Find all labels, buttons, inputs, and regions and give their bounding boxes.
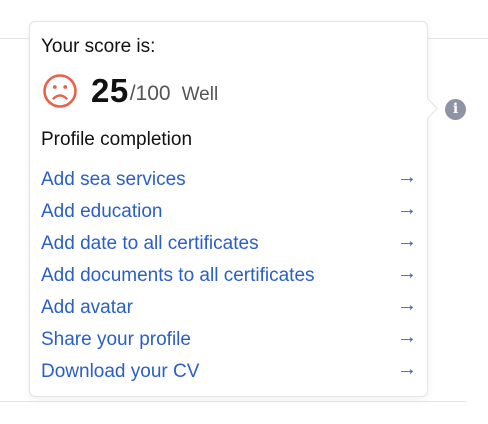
score-heading: Your score is: (41, 36, 156, 57)
info-icon[interactable]: i (445, 99, 466, 120)
score-max: /100 (129, 82, 171, 105)
score-popover: Your score is: 25 /100 Well Profile comp… (29, 21, 439, 397)
content-divider (0, 401, 466, 402)
task-label: Download your CV (41, 361, 200, 382)
arrow-right-icon: → (397, 229, 417, 252)
task-add-documents-to-certificates[interactable]: Add documents to all certificates → (41, 260, 417, 292)
arrow-right-icon: → (397, 261, 417, 284)
score-level: Well (181, 84, 219, 105)
score-row: 25 /100 Well (42, 71, 218, 111)
popover-arrow (416, 97, 439, 120)
profile-completion-title: Profile completion (41, 129, 193, 150)
task-label: Add documents to all certificates (41, 265, 315, 286)
task-share-profile[interactable]: Share your profile → (41, 324, 417, 356)
completion-task-list: Add sea services → Add education → Add d… (41, 164, 417, 388)
score-value: 25 (91, 72, 129, 109)
task-label: Add avatar (41, 297, 133, 318)
task-label: Add education (41, 201, 163, 222)
task-download-cv[interactable]: Download your CV → (41, 356, 417, 388)
arrow-right-icon: → (397, 357, 417, 380)
task-add-avatar[interactable]: Add avatar → (41, 292, 417, 324)
task-label: Add date to all certificates (41, 233, 259, 254)
arrow-right-icon: → (397, 325, 417, 348)
arrow-right-icon: → (397, 197, 417, 220)
sad-face-icon (43, 74, 77, 108)
task-label: Add sea services (41, 169, 186, 190)
task-add-date-to-certificates[interactable]: Add date to all certificates → (41, 228, 417, 260)
arrow-right-icon: → (397, 165, 417, 188)
task-add-education[interactable]: Add education → (41, 196, 417, 228)
arrow-right-icon: → (397, 293, 417, 316)
task-add-sea-services[interactable]: Add sea services → (41, 164, 417, 196)
page: i Your score is: 25 /100 Well Profile co… (0, 0, 488, 424)
task-label: Share your profile (41, 329, 191, 350)
